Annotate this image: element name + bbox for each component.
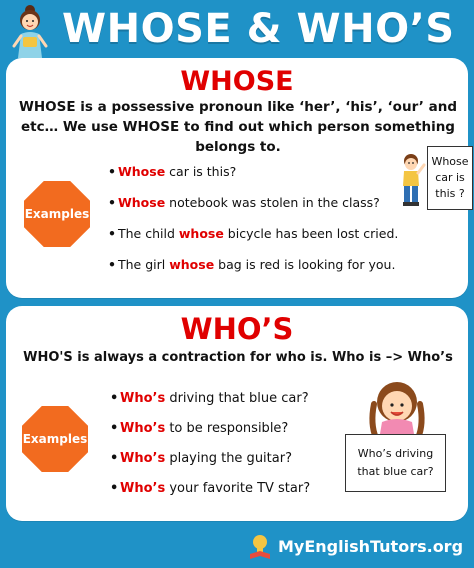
whos-examples-list: • Who’s driving that blue car? • Who’s to … <box>110 388 350 508</box>
whose-speech-box: Whose car is this ? <box>427 146 473 210</box>
bullet-icon: • <box>108 195 116 210</box>
bullet-icon: • <box>110 391 119 406</box>
keyword: Whose <box>118 195 166 210</box>
bullet-icon: • <box>108 226 116 241</box>
whose-examples-list: • Whose car is this? • Whose notebook was … <box>108 161 428 285</box>
whose-panel: WHOSE WHOSE is a possessive pronoun like… <box>6 58 473 298</box>
keyword: Who’s <box>120 481 166 496</box>
bullet-icon: • <box>110 451 119 466</box>
bullet-icon: • <box>110 481 119 496</box>
list-item: • The child whose bicycle has been lost c… <box>108 223 428 254</box>
whos-definition: WHO'S is always a contraction for who is… <box>23 350 453 365</box>
bullet-icon: • <box>110 421 119 436</box>
examples-octagon: Examples <box>24 181 90 247</box>
list-item: • Who’s your favorite TV star? <box>110 478 350 508</box>
header: WHOSE & WHO’S <box>0 0 474 58</box>
examples-label: Examples <box>22 432 88 446</box>
examples-octagon: Examples <box>22 406 88 472</box>
whos-heading: WHO’S <box>180 312 294 346</box>
list-item: • Who’s playing the guitar? <box>110 448 350 478</box>
keyword: whose <box>178 226 224 241</box>
infographic-page: WHOSE & WHO’S WHOSE WHOSE is a possessiv… <box>0 0 474 568</box>
list-item: • Whose notebook was stolen in the class? <box>108 192 428 223</box>
bullet-icon: • <box>108 257 116 272</box>
page-title: WHOSE & WHO’S <box>62 6 455 52</box>
keyword: Who’s <box>120 421 166 436</box>
list-item: • The girl whose bag is red is looking fo… <box>108 254 428 285</box>
keyword: Who’s <box>120 391 166 406</box>
lightbulb-book-icon <box>250 535 270 559</box>
whose-heading: WHOSE <box>180 66 294 97</box>
footer-brand: MyEnglishTutors.org <box>248 530 470 564</box>
list-item: • Who’s driving that blue car? <box>110 388 350 418</box>
keyword: Who’s <box>120 451 166 466</box>
whos-speech-box: Who’s driving that blue car? <box>345 434 446 492</box>
boy-icon <box>403 154 426 206</box>
whos-panel: WHO’S WHO'S is always a contraction for … <box>6 306 468 521</box>
keyword: whose <box>169 257 215 272</box>
list-item: • Whose car is this? <box>108 161 428 192</box>
whose-definition: WHOSE is a possessive pronoun like ‘her’… <box>18 99 458 155</box>
brand-name: MyEnglishTutors.org <box>278 537 464 556</box>
girl-teacher-icon <box>12 5 48 58</box>
bullet-icon: • <box>108 164 116 179</box>
list-item: • Who’s to be responsible? <box>110 418 350 448</box>
keyword: Whose <box>118 164 166 179</box>
examples-label: Examples <box>24 207 90 221</box>
